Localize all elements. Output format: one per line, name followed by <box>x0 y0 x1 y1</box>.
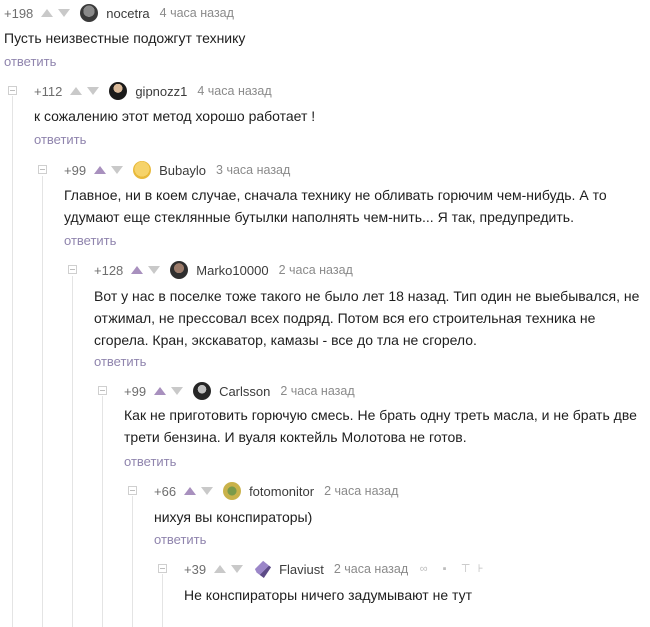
share-icon[interactable]: ⊦ <box>475 563 486 575</box>
comment-text-line: трети бензина. И вуаля коктейль Молотова… <box>124 429 467 445</box>
arrow-up-icon[interactable] <box>94 166 107 174</box>
reply-link[interactable]: ответить <box>94 354 146 369</box>
thread-line <box>102 396 103 627</box>
rating: +112 <box>34 83 63 99</box>
arrow-down-icon[interactable] <box>87 87 100 95</box>
avatar[interactable] <box>133 161 152 179</box>
arrow-up-icon[interactable] <box>184 487 197 495</box>
rating: +39 <box>184 561 207 577</box>
avatar[interactable] <box>170 261 189 279</box>
arrow-down-icon[interactable] <box>111 166 124 174</box>
author-name[interactable]: Marko10000 <box>196 263 268 278</box>
reply-link[interactable]: ответить <box>64 233 116 248</box>
arrow-down-icon[interactable] <box>171 387 184 395</box>
reply-link[interactable]: ответить <box>34 132 86 147</box>
author-name[interactable]: fotomonitor <box>249 484 314 499</box>
comment-text-line: Пусть неизвестные подожгут технику <box>4 30 246 46</box>
comment-text-line: Главное, ни в коем случае, сначала техни… <box>64 187 607 203</box>
reply-link[interactable]: ответить <box>4 54 56 69</box>
comment-text-line: нихуя вы конспираторы) <box>154 509 313 525</box>
avatar[interactable] <box>109 82 128 100</box>
arrow-up-icon[interactable] <box>41 9 54 17</box>
rating: +99 <box>124 383 147 399</box>
avatar[interactable] <box>193 382 212 400</box>
reply-link[interactable]: ответить <box>124 454 176 469</box>
timestamp[interactable]: 2 часа назад <box>324 484 398 498</box>
comment-text-line: Не конспираторы ничего задумывают не тут <box>184 587 472 603</box>
timestamp[interactable]: 4 часа назад <box>197 84 271 98</box>
author-name[interactable]: Carlsson <box>219 384 270 399</box>
arrow-up-icon[interactable] <box>131 266 144 274</box>
collapse-minus-icon[interactable] <box>8 86 17 95</box>
author-name[interactable]: gipnozz1 <box>135 84 187 99</box>
rating: +128 <box>94 262 124 278</box>
rating: +66 <box>154 483 177 499</box>
author-name[interactable]: nocetra <box>106 6 149 21</box>
author-name[interactable]: Flaviust <box>279 562 324 577</box>
author-name[interactable]: Bubaylo <box>159 163 206 178</box>
share-icon[interactable]: ⊤ <box>460 563 471 575</box>
comment-text-line: сгорела. Кран, экскаватор, камазы - все … <box>94 332 477 348</box>
collapse-minus-icon[interactable] <box>68 265 77 274</box>
timestamp[interactable]: 2 часа назад <box>334 562 408 576</box>
timestamp[interactable]: 2 часа назад <box>279 263 353 277</box>
rating: +99 <box>64 162 87 178</box>
arrow-up-icon[interactable] <box>154 387 167 395</box>
arrow-up-icon[interactable] <box>70 87 83 95</box>
collapse-minus-icon[interactable] <box>158 564 167 573</box>
thread-line <box>12 96 13 627</box>
arrow-down-icon[interactable] <box>148 266 161 274</box>
thread-line <box>42 176 43 627</box>
thread-line <box>72 276 73 627</box>
comment-text-line: Как не приготовить горючую смесь. Не бра… <box>124 407 637 423</box>
comment-text-line: к сожалению этот метод хорошо работает ! <box>34 108 316 124</box>
arrow-down-icon[interactable] <box>58 9 71 17</box>
collapse-minus-icon[interactable] <box>38 165 47 174</box>
reply-link[interactable]: ответить <box>154 532 206 547</box>
thread-line <box>132 496 133 627</box>
collapse-minus-icon[interactable] <box>98 386 107 395</box>
thread-line <box>162 574 163 627</box>
avatar[interactable] <box>253 560 272 578</box>
rating: +198 <box>4 5 34 21</box>
avatar[interactable] <box>223 482 242 500</box>
save-icon[interactable]: ▪ <box>439 563 450 575</box>
avatar[interactable] <box>80 4 99 22</box>
link-icon[interactable]: ∞ <box>418 563 429 575</box>
comment-text-line: удумают еще стеклянные бутылки наполнять… <box>64 209 574 225</box>
arrow-up-icon[interactable] <box>214 565 227 573</box>
arrow-down-icon[interactable] <box>231 565 244 573</box>
comment-text-line: отжимал, не прессовал всех подряд. Потом… <box>94 310 596 326</box>
timestamp[interactable]: 4 часа назад <box>160 6 234 20</box>
timestamp[interactable]: 3 часа назад <box>216 163 290 177</box>
arrow-down-icon[interactable] <box>201 487 214 495</box>
comment-text-line: Вот у нас в поселке тоже такого не было … <box>94 288 640 304</box>
collapse-minus-icon[interactable] <box>128 486 137 495</box>
timestamp[interactable]: 2 часа назад <box>280 384 354 398</box>
